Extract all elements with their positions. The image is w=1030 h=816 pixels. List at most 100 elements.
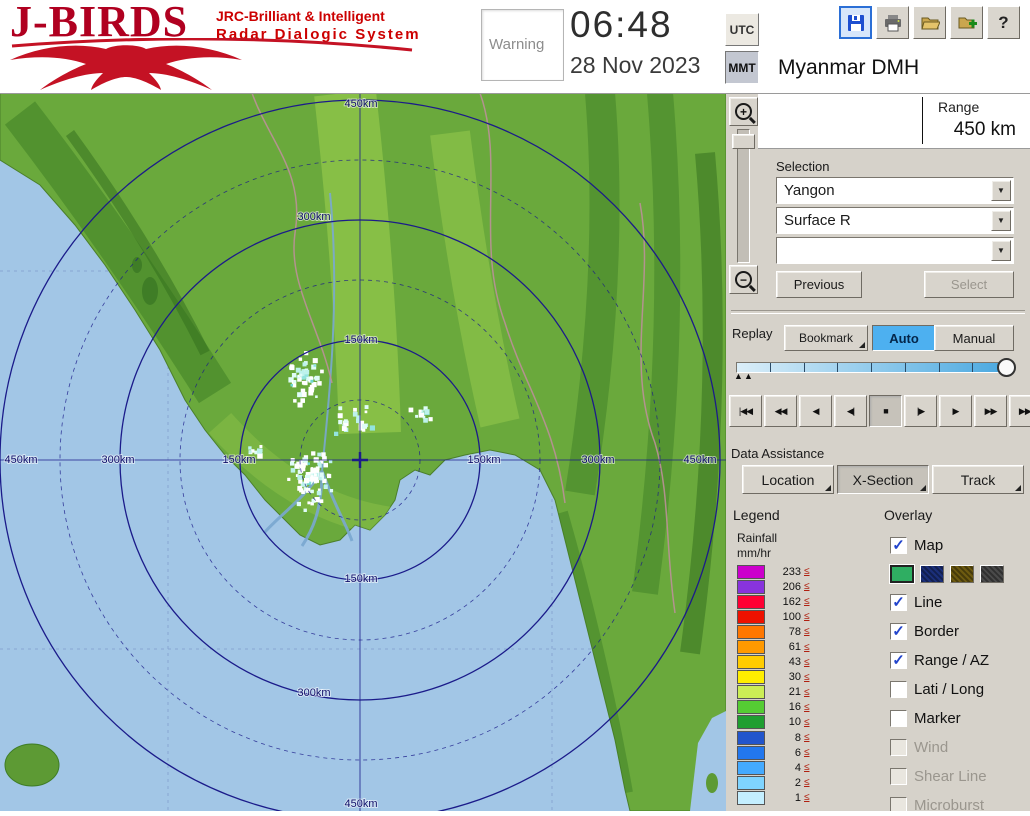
transport-button-7[interactable]: ▶▶	[974, 395, 1007, 427]
checked-checkbox[interactable]: ✓	[890, 594, 907, 611]
timeline-track[interactable]	[736, 362, 1008, 373]
legend-value: 30	[788, 671, 801, 684]
legend-suffix: ≤	[804, 716, 810, 728]
checkbox[interactable]	[890, 710, 907, 727]
transport-button-3[interactable]: ◀|	[834, 395, 867, 427]
transport-button-5[interactable]: |▶	[904, 395, 937, 427]
echo-pixel	[428, 417, 433, 422]
radar-display: 450km 300km 150km 150km 300km 450km 450km 300km…	[0, 92, 727, 816]
replay-timeline[interactable]: ▲ ▲	[734, 355, 1016, 385]
print-button[interactable]	[876, 6, 909, 39]
ring-label: 150km	[344, 334, 377, 346]
overlay-item-marker[interactable]: Marker	[890, 704, 1030, 733]
overlay-item-lati-long[interactable]: Lati / Long	[890, 675, 1030, 704]
ring-label: 150km	[222, 454, 255, 466]
echo-pixel	[293, 399, 297, 403]
ring-label: 300km	[297, 687, 330, 699]
echo-pixel	[353, 407, 357, 412]
echo-pixel	[298, 479, 303, 484]
open-button[interactable]	[913, 6, 946, 39]
bookmark-button[interactable]: Bookmark	[784, 325, 868, 351]
previous-button[interactable]: Previous	[776, 271, 862, 298]
checked-checkbox[interactable]: ✓	[890, 623, 907, 640]
transport-button-0[interactable]: |◀◀	[729, 395, 762, 427]
checkbox[interactable]	[890, 681, 907, 698]
overlay-item-line[interactable]: ✓ Line	[890, 588, 1030, 617]
overlay-item-range-az[interactable]: ✓ Range / AZ	[890, 646, 1030, 675]
export-button[interactable]	[950, 6, 983, 39]
transport-button-4[interactable]: ■	[869, 395, 902, 427]
checked-checkbox[interactable]: ✓	[890, 537, 907, 554]
map-style-swatch-0[interactable]	[889, 564, 915, 584]
legend-color-swatch	[737, 775, 765, 790]
map-style-swatch-1[interactable]	[920, 565, 944, 583]
timeline-tick	[769, 363, 771, 372]
extra-dropdown[interactable]: ▼	[776, 237, 1014, 264]
echo-pixel	[314, 467, 320, 473]
auto-button[interactable]: Auto	[872, 325, 936, 351]
product-dropdown[interactable]: Surface R ▼	[776, 207, 1014, 234]
legend-value: 8	[794, 731, 801, 744]
overlay-item-border[interactable]: ✓ Border	[890, 617, 1030, 646]
zoom-slider-thumb[interactable]	[732, 134, 755, 149]
zoom-slider[interactable]	[737, 129, 750, 263]
overlay-item-label: Microburst	[914, 797, 985, 811]
legend-suffix: ≤	[804, 792, 810, 804]
echo-pixel	[337, 413, 343, 419]
legend-unit-line2: mm/hr	[737, 546, 771, 560]
mmt-button[interactable]: MMT	[725, 51, 759, 84]
echo-pixel	[291, 373, 297, 378]
echo-pixel	[423, 418, 428, 423]
chevron-down-icon[interactable]: ▼	[991, 180, 1011, 201]
echo-pixel	[321, 452, 326, 457]
legend-row: 162 ≤	[737, 594, 810, 609]
echo-pixel	[418, 409, 422, 413]
location-button[interactable]: Location	[742, 465, 834, 494]
echo-pixel	[420, 413, 425, 417]
manual-button[interactable]: Manual	[934, 325, 1014, 351]
transport-button-2[interactable]: ◀	[799, 395, 832, 427]
timeline-tick	[871, 363, 872, 372]
echo-pixel	[304, 478, 310, 484]
zoom-in-icon: +	[735, 103, 752, 120]
island	[142, 277, 158, 305]
x-section-button[interactable]: X-Section	[837, 465, 929, 494]
ring-label: 300km	[297, 211, 330, 223]
legend-color-swatch	[737, 624, 765, 639]
eagle-logo-icon	[10, 38, 413, 90]
ring-label: 450km	[344, 98, 377, 110]
data-assistance-buttons: Location X-Section Track	[742, 465, 1024, 494]
warning-indicator: Warning	[481, 9, 564, 81]
transport-button-8[interactable]: ▶▶|	[1009, 395, 1030, 427]
legend-suffix: ≤	[804, 656, 810, 668]
legend-value: 206	[782, 580, 801, 593]
island	[4, 743, 60, 787]
help-button[interactable]: ?	[987, 6, 1020, 39]
utc-button[interactable]: UTC	[725, 13, 759, 46]
legend-value: 16	[788, 701, 801, 714]
zoom-out-button[interactable]: −	[729, 265, 758, 294]
site-dropdown[interactable]: Yangon ▼	[776, 177, 1014, 204]
echo-pixel	[316, 490, 322, 496]
radar-map[interactable]: 450km 300km 150km 150km 300km 450km 450km 300km…	[0, 92, 727, 816]
save-icon	[847, 14, 864, 31]
legend-value: 100	[782, 610, 801, 623]
chevron-down-icon[interactable]: ▼	[991, 240, 1011, 261]
legend-color-swatch	[737, 685, 765, 700]
zoom-in-button[interactable]: +	[729, 97, 758, 126]
overlay-item-map[interactable]: ✓ Map	[890, 531, 1030, 560]
map-style-swatch-3[interactable]	[980, 565, 1004, 583]
checked-checkbox[interactable]: ✓	[890, 652, 907, 669]
track-button[interactable]: Track	[932, 465, 1024, 494]
legend-value: 78	[788, 625, 801, 638]
transport-button-1[interactable]: ◀◀	[764, 395, 797, 427]
legend-color-swatch	[737, 564, 765, 579]
transport-button-6[interactable]: ▶	[939, 395, 972, 427]
echo-pixel	[344, 419, 348, 424]
save-button[interactable]	[839, 6, 872, 39]
map-style-swatch-2[interactable]	[950, 565, 974, 583]
product-dropdown-value: Surface R	[784, 212, 851, 229]
chevron-down-icon[interactable]: ▼	[991, 210, 1011, 231]
timeline-thumb[interactable]	[997, 358, 1016, 377]
help-icon: ?	[998, 12, 1009, 32]
